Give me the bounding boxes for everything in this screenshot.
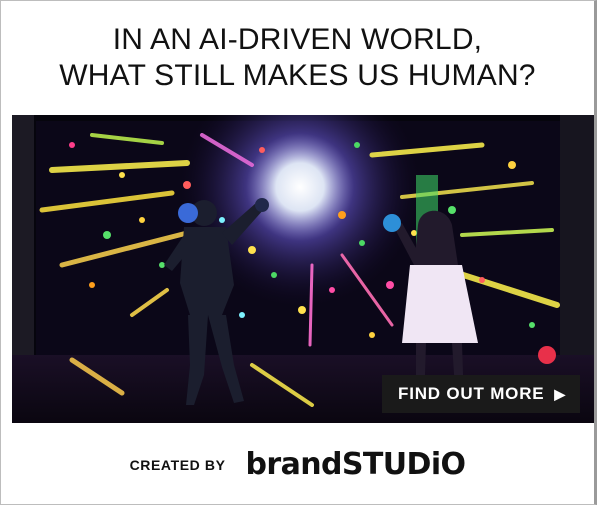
play-arrow-icon: ▶: [554, 386, 566, 402]
headline-line-1: IN AN AI-DRIVEN WORLD,: [112, 23, 483, 56]
brand-footer: CREATED BY brandSTUDiO: [1, 423, 594, 504]
headline: IN AN AI-DRIVEN WORLD, WHAT STILL MAKES …: [1, 1, 594, 115]
find-out-more-label: FIND OUT MORE: [398, 384, 545, 403]
brand-logo-part2: STUDiO: [341, 447, 466, 482]
ad-banner[interactable]: IN AN AI-DRIVEN WORLD, WHAT STILL MAKES …: [0, 0, 597, 505]
brandstudio-logo: brandSTUDiO: [246, 447, 466, 482]
created-by-label: CREATED BY: [129, 456, 226, 473]
find-out-more-button[interactable]: FIND OUT MORE ▶: [382, 375, 580, 413]
brand-logo-part1: brand: [245, 447, 343, 482]
headline-line-2: WHAT STILL MAKES US HUMAN?: [59, 59, 536, 92]
